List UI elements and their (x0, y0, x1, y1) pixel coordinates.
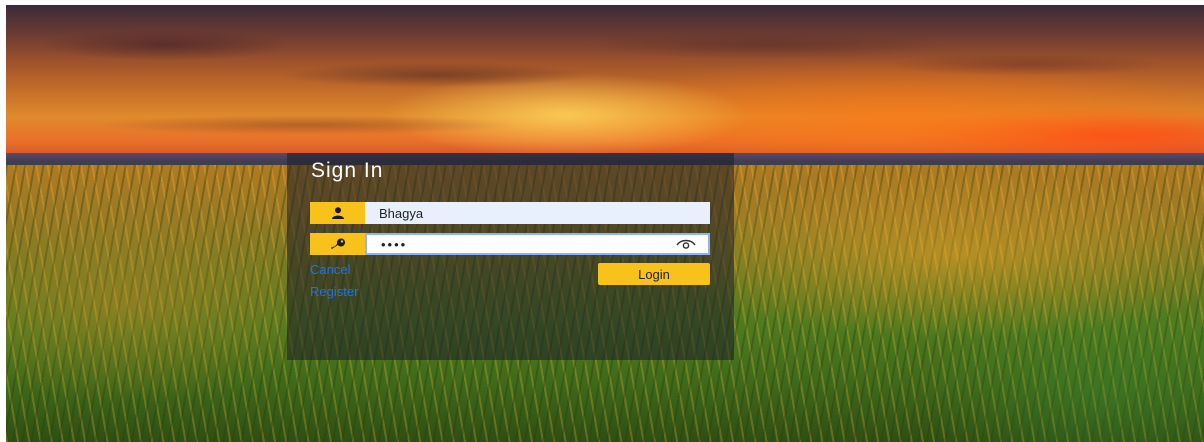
signin-panel: Sign In Bhagya •••• Cancel Register Logi… (287, 153, 734, 360)
password-input[interactable] (365, 233, 710, 255)
username-row (310, 202, 710, 224)
login-page: Sign In Bhagya •••• Cancel Register Logi… (0, 0, 1204, 442)
key-icon (330, 238, 345, 249)
password-wrapper (365, 233, 710, 255)
password-addon (310, 233, 365, 255)
username-input[interactable] (365, 202, 710, 224)
register-link[interactable]: Register (310, 284, 358, 299)
username-addon (310, 202, 365, 224)
clouds (6, 5, 1204, 155)
signin-title: Sign In (311, 159, 384, 182)
eye-icon[interactable] (676, 238, 696, 250)
login-button[interactable]: Login (598, 263, 710, 285)
cancel-link[interactable]: Cancel (310, 262, 350, 277)
user-icon (331, 207, 344, 219)
password-row (310, 233, 710, 255)
